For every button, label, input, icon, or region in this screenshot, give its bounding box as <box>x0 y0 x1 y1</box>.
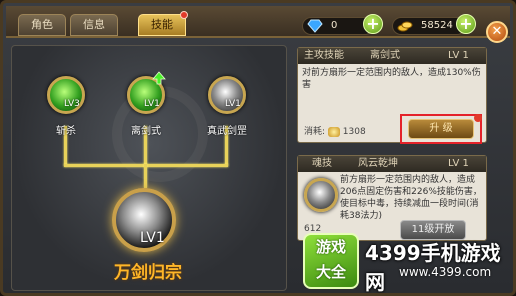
skill-type: 主攻技能 <box>304 50 344 61</box>
skill-level: LV 1 <box>448 158 469 169</box>
skill-node-zhenwujiangang[interactable]: LV1 <box>208 76 246 114</box>
cost-label: 消耗: <box>304 127 326 137</box>
ultimate-level: LV1 <box>140 230 165 246</box>
tab-label: 角色 <box>31 18 53 31</box>
logo-line: 游戏 <box>315 238 346 256</box>
soul-skill-header: 魂技 风云乾坤 LV 1 <box>298 156 486 172</box>
skill-description: 前方扇形一定范围内的敌人，造成206点固定伤害和226%技能伤害，使目标中毒，持… <box>340 175 482 221</box>
skill-level: LV1 <box>225 99 241 109</box>
gold-coin-icon <box>327 126 340 137</box>
skill-title: 风云乾坤 <box>358 158 398 169</box>
connector-line <box>144 164 147 188</box>
watermark-url: www.4399.com <box>399 265 492 279</box>
skill-name: 离剑式 <box>131 126 161 137</box>
ultimate-name: 万剑归宗 <box>114 263 182 283</box>
tab-character[interactable]: 角色 <box>18 14 66 36</box>
cost-row: 消耗: 1308 <box>304 124 366 137</box>
notification-dot <box>180 11 188 19</box>
skill-level: LV 1 <box>448 50 469 61</box>
skill-name: 真武剑罡 <box>207 126 247 137</box>
tab-label: 技能 <box>151 18 173 31</box>
top-bar: 角色 信息 技能 0 + 58524 + <box>6 6 510 38</box>
upgrade-arrow-icon <box>152 71 166 85</box>
notification-dot <box>474 114 482 122</box>
skill-type: 魂技 <box>312 158 332 169</box>
tab-skills[interactable]: 技能 <box>138 11 188 36</box>
tab-label: 信息 <box>83 18 105 31</box>
main-skill-panel: 主攻技能 离剑式 LV 1 对前方扇形一定范围内的敌人，造成130%伤害 消耗:… <box>297 47 487 144</box>
add-diamonds-button[interactable]: + <box>363 14 383 34</box>
gold-coins-icon <box>397 21 413 32</box>
skill-window: 角色 信息 技能 0 + 58524 + ✕ LV3 斩杀 LV1 离剑式 LV… <box>0 0 516 296</box>
skill-tree-panel: LV3 斩杀 LV1 离剑式 LV1 真武剑罡 LV1 万剑归宗 <box>11 45 287 291</box>
ultimate-skill-node[interactable]: LV1 <box>112 188 176 252</box>
tab-info[interactable]: 信息 <box>70 14 118 36</box>
diamond-icon <box>307 19 323 33</box>
watermark: 游戏 大全 4399手机游戏网 www.4399.com <box>303 229 513 293</box>
logo-line: 大全 <box>315 263 346 281</box>
watermark-logo: 游戏 大全 <box>303 233 359 289</box>
gold-counter: 58524 <box>392 17 466 35</box>
cost-value: 1308 <box>342 127 366 137</box>
gold-value: 58524 <box>421 20 453 31</box>
skill-node-lijianshi[interactable]: LV1 <box>127 71 166 114</box>
soul-skill-icon <box>304 178 338 212</box>
close-button[interactable]: ✕ <box>486 21 508 43</box>
skill-level: LV1 <box>144 99 160 109</box>
skill-level: LV3 <box>64 99 80 109</box>
diamond-value: 0 <box>331 20 338 31</box>
skill-description: 对前方扇形一定范围内的敌人，造成130%伤害 <box>302 68 481 90</box>
highlight-box <box>400 114 482 144</box>
main-skill-header: 主攻技能 离剑式 LV 1 <box>298 48 486 64</box>
skill-node-zhansha[interactable]: LV3 <box>47 76 85 114</box>
close-icon: ✕ <box>491 24 503 39</box>
add-gold-button[interactable]: + <box>456 14 476 34</box>
skill-title: 离剑式 <box>370 50 400 61</box>
skill-name: 斩杀 <box>56 126 76 137</box>
